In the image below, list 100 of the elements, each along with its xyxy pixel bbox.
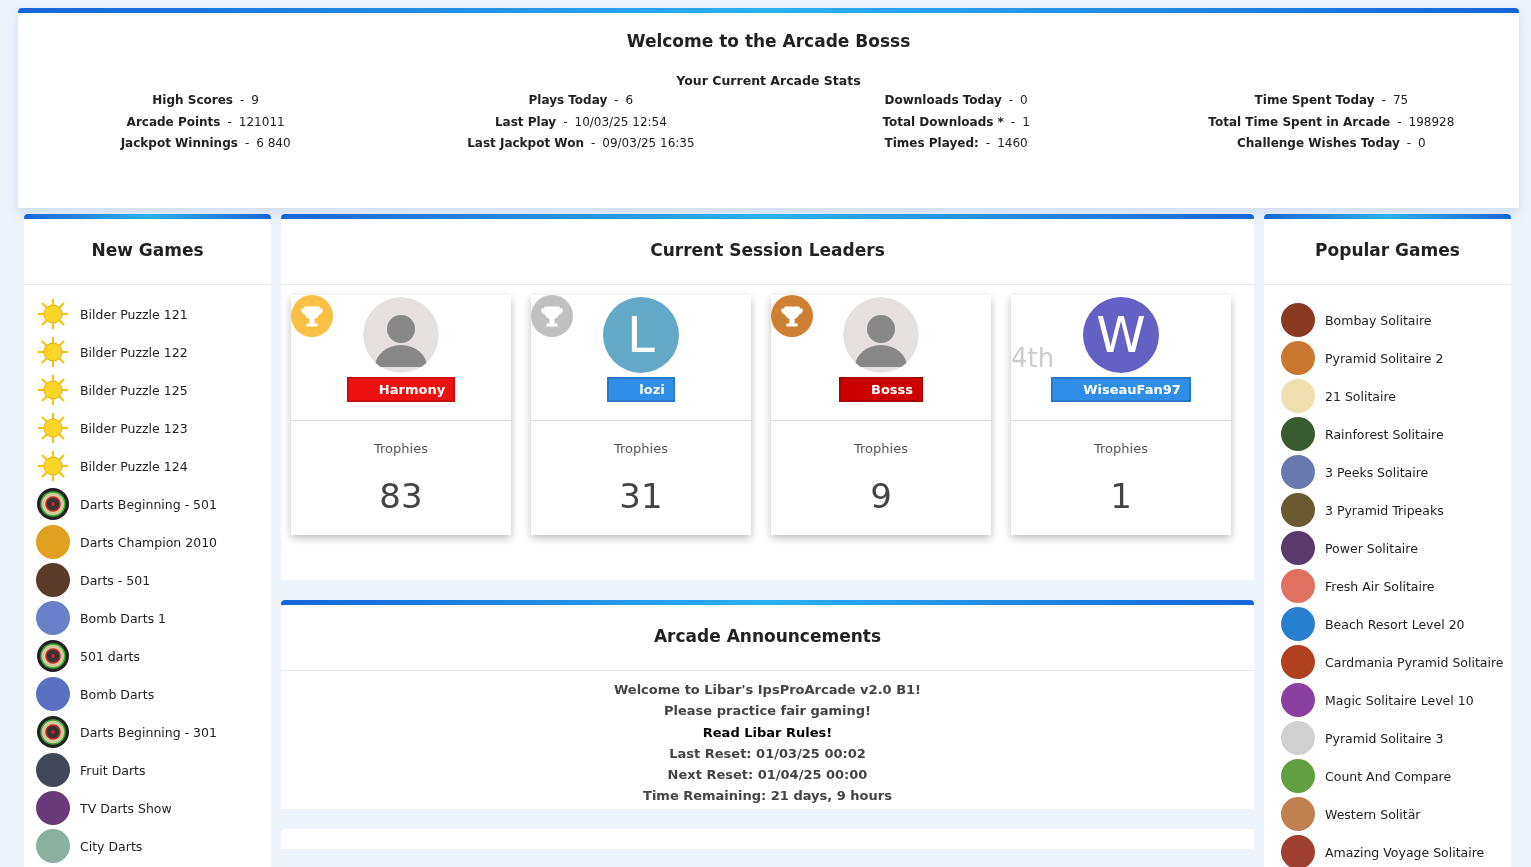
game-link[interactable]: Bilder Puzzle 124 [80, 458, 188, 474]
stat-separator: - [985, 136, 991, 150]
stat-label: Total Downloads * [882, 114, 1004, 129]
stat-separator: - [244, 136, 250, 150]
stat-value: 6 [625, 93, 634, 107]
welcome-title: Welcome to the Arcade Bosss [625, 31, 912, 51]
game-link[interactable]: Fruit Darts [80, 762, 146, 778]
sun-icon [36, 297, 70, 331]
sun-icon [36, 373, 70, 407]
stat-value: 0 [1020, 93, 1028, 107]
game-link[interactable]: Pyramid Solitaire 3 [1325, 730, 1444, 746]
sun-icon [36, 411, 70, 445]
trophy-count: 1 [1110, 476, 1132, 516]
game-link[interactable]: Darts Beginning - 501 [80, 496, 217, 512]
username-tag[interactable]: Harmony [346, 377, 456, 402]
stat-separator: - [590, 136, 596, 150]
game-link[interactable]: Bomb Darts 1 [80, 610, 167, 626]
game-link[interactable]: Magic Solitaire Level 10 [1325, 692, 1474, 708]
avatar-icon [363, 297, 439, 373]
stat-label: Arcade Points [126, 114, 221, 129]
stat-value: 10/03/25 12:54 [574, 114, 667, 129]
stat-label: High Scores [152, 93, 233, 107]
stat-label: Plays Today [528, 93, 608, 107]
stat-label: Time Spent Today [1254, 93, 1375, 107]
panel-title: Current Session Leaders [281, 219, 1254, 285]
game-link[interactable]: TV Darts Show [80, 800, 172, 816]
stat-label: Trophies [1094, 441, 1148, 456]
game-link[interactable]: Rainforest Solitaire [1325, 426, 1444, 442]
game-link[interactable]: Bilder Puzzle 123 [80, 420, 188, 436]
announcement-text: Welcome to Libar's IpsProArcade v2.0 B1! [613, 681, 922, 699]
dartboard-icon [36, 639, 70, 673]
stat-label: Trophies [614, 441, 668, 456]
stat-separator: - [227, 114, 232, 129]
panel-title: Arcade Announcements [281, 605, 1254, 671]
stat-value: 6 840 [256, 136, 291, 150]
game-link[interactable]: 21 Solitaire [1325, 388, 1396, 404]
stat-separator: - [239, 93, 245, 107]
game-link[interactable]: Bilder Puzzle 121 [80, 306, 188, 322]
stat-value: 75 [1392, 93, 1409, 107]
stat-label: Challenge Wishes Today [1237, 136, 1400, 150]
username-tag[interactable]: Bosss [838, 377, 924, 402]
game-link[interactable]: Amazing Voyage Solitaire [1325, 844, 1485, 860]
stat-value: 9 [251, 93, 259, 107]
panel-title: New Games [24, 219, 271, 285]
game-link[interactable]: Darts Beginning - 301 [80, 724, 217, 740]
game-link[interactable]: Power Solitaire [1325, 540, 1418, 556]
stat-label: Jackpot Winnings [120, 136, 238, 150]
stat-separator: - [563, 114, 568, 129]
stat-separator: - [1008, 93, 1014, 107]
game-link[interactable]: Bilder Puzzle 125 [80, 382, 188, 398]
dartboard-icon [36, 487, 70, 521]
stat-label: Trophies [854, 441, 908, 456]
game-link[interactable]: Pyramid Solitaire 2 [1325, 350, 1444, 366]
stat-label: Downloads Today [884, 93, 1002, 107]
stat-value: 121011 [238, 114, 285, 129]
avatar: W [1083, 297, 1159, 373]
panel-title: Popular Games [1264, 219, 1511, 285]
rules-link[interactable]: Read Libar Rules! [702, 721, 833, 743]
stat-label: Last Play [494, 114, 557, 129]
stat-label: Trophies [374, 441, 428, 456]
announcement-text: Next Reset: 01/04/25 00:00 [667, 766, 868, 785]
announcement-text: Last Reset: 01/03/25 00:02 [669, 744, 866, 763]
stat-label: Last Jackpot Won [467, 136, 584, 150]
stat-value: 198928 [1408, 114, 1455, 129]
stat-separator: - [1406, 136, 1412, 150]
sun-icon [36, 335, 70, 369]
game-link[interactable]: Count And Compare [1325, 768, 1452, 784]
stat-value: 09/03/25 16:35 [602, 136, 695, 150]
sun-icon [36, 449, 70, 483]
avatar-icon [843, 297, 919, 373]
game-link[interactable]: Beach Resort Level 20 [1325, 616, 1465, 632]
stats-heading: Your Current Arcade Stats [675, 73, 862, 88]
trophy-count: 9 [870, 476, 892, 516]
trophy-count: 31 [619, 476, 663, 516]
game-link[interactable]: Darts - 501 [80, 572, 151, 588]
game-link[interactable]: Bomb Darts [80, 686, 155, 702]
game-link[interactable]: Western Solitär [1325, 806, 1421, 822]
avatar: L [603, 297, 679, 373]
game-link[interactable]: Bilder Puzzle 122 [80, 344, 188, 360]
stat-separator: - [1397, 114, 1402, 129]
announcement-text: Time Remaining: 21 days, 9 hours [643, 787, 892, 806]
game-link[interactable]: 3 Pyramid Tripeaks [1325, 502, 1444, 518]
game-link[interactable]: Cardmania Pyramid Solitaire [1325, 654, 1504, 670]
stat-separator: - [614, 93, 619, 107]
game-link[interactable]: City Darts [80, 838, 143, 854]
stat-value: 1460 [997, 136, 1028, 150]
game-link[interactable]: 3 Peeks Solitaire [1325, 464, 1429, 480]
trophy-count: 83 [379, 476, 423, 516]
game-link[interactable]: 501 darts [80, 648, 140, 664]
stat-separator: - [1381, 93, 1386, 107]
stat-separator: - [1010, 114, 1016, 129]
announcement-text: Please practice fair gaming! [664, 702, 871, 721]
stat-label: Total Time Spent in Arcade [1208, 114, 1391, 129]
game-link[interactable]: Darts Champion 2010 [80, 534, 218, 550]
game-link[interactable]: Fresh Air Solitaire [1325, 578, 1435, 594]
dartboard-icon [36, 715, 70, 749]
stat-label: Times Played: [884, 136, 979, 150]
stat-value: 0 [1418, 136, 1426, 150]
game-link[interactable]: Bombay Solitaire [1325, 312, 1432, 328]
stat-value: 1 [1022, 114, 1030, 129]
